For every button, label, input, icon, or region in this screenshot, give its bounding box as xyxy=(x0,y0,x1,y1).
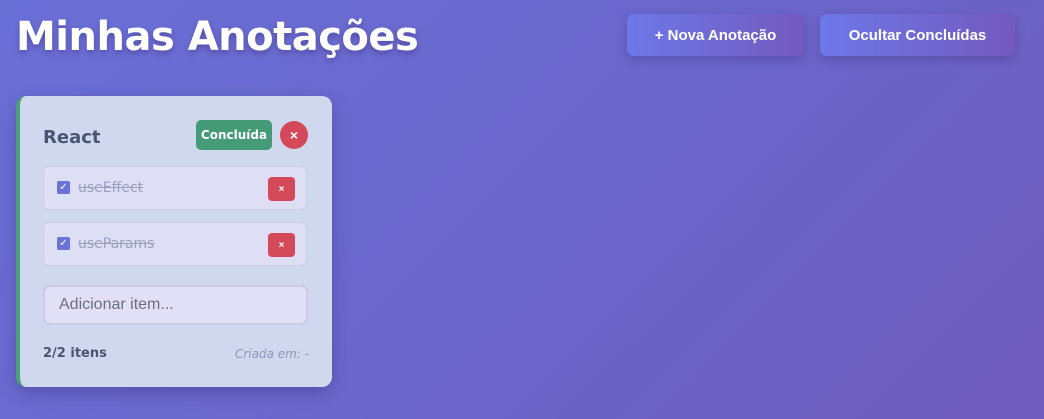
delete-item-icon[interactable]: × xyxy=(268,177,295,201)
note-title: React xyxy=(43,127,101,148)
list-item: ✓ useParams × xyxy=(43,222,307,266)
add-item-input[interactable] xyxy=(43,285,308,325)
created-date: Criada em: - xyxy=(234,347,309,361)
page-title: Minhas Anotações xyxy=(16,14,419,60)
hide-completed-button[interactable]: Ocultar Concluídas xyxy=(820,14,1015,56)
item-checkbox[interactable]: ✓ xyxy=(57,181,70,194)
delete-note-icon[interactable]: × xyxy=(280,121,308,149)
item-checkbox[interactable]: ✓ xyxy=(57,237,70,250)
item-count: 2/2 itens xyxy=(43,346,107,361)
new-note-button[interactable]: + Nova Anotação xyxy=(627,14,804,56)
item-text: useParams xyxy=(78,236,155,252)
item-text: useEffect xyxy=(78,180,144,196)
status-toggle-button[interactable]: Concluída xyxy=(196,120,272,150)
note-card: React Concluída × ✓ useEffect × ✓ usePar… xyxy=(16,96,332,387)
delete-item-icon[interactable]: × xyxy=(268,233,295,257)
list-item: ✓ useEffect × xyxy=(43,166,307,210)
